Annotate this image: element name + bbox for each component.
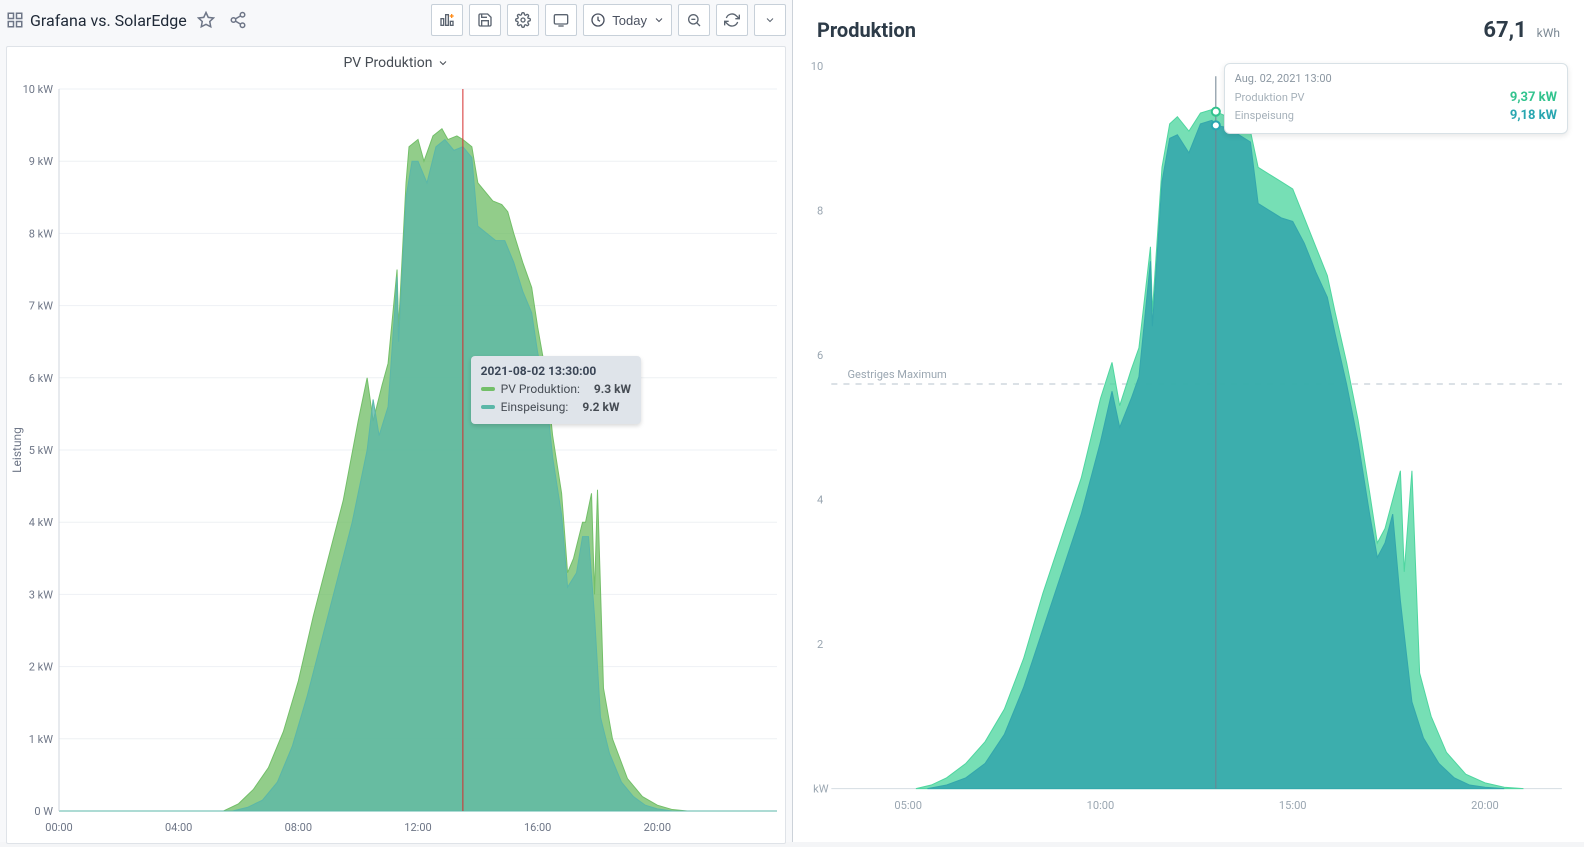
svg-text:20:00: 20:00 — [1471, 799, 1499, 812]
add-panel-button[interactable] — [431, 4, 463, 36]
tooltip-time: Aug. 02, 2021 13:00 — [1235, 72, 1557, 85]
tv-mode-button[interactable] — [545, 4, 577, 36]
svg-text:2 kW: 2 kW — [29, 661, 53, 674]
total-value: 67,1 — [1483, 18, 1526, 43]
tooltip-series-value: 9,18 kW — [1510, 107, 1557, 125]
dashboard-title[interactable]: Grafana vs. SolarEdge — [30, 11, 187, 30]
svg-text:3 kW: 3 kW — [29, 588, 53, 601]
svg-text:4: 4 — [817, 494, 823, 507]
tooltip-series-value: 9.3 kW — [594, 380, 631, 398]
svg-text:9 kW: 9 kW — [29, 155, 53, 168]
panel-title-text: PV Produktion — [343, 55, 432, 71]
solaredge-header: Produktion 67,1 kWh — [793, 0, 1584, 47]
time-range-picker[interactable]: Today — [583, 4, 672, 36]
svg-text:12:00: 12:00 — [404, 821, 431, 834]
grafana-panel: PV Produktion 0 W 1 kW 2 kW 3 kW 4 kW 5 kW 6 k… — [6, 46, 786, 844]
solaredge-chart[interactable]: 2 4 6 8 10 05:00 10:00 15:00 20:00 Gestriges Maxi… — [797, 47, 1574, 832]
svg-text:6: 6 — [817, 349, 823, 362]
grafana-pane: Grafana vs. SolarEdge To — [0, 0, 793, 842]
chevron-down-icon — [437, 57, 449, 69]
grafana-chart[interactable]: 0 W 1 kW 2 kW 3 kW 4 kW 5 kW 6 kW 7 kW 8 kW 9 kW 1… — [7, 79, 785, 843]
svg-text:00:00: 00:00 — [45, 821, 72, 834]
tooltip-series-label: Einspeisung: — [501, 398, 569, 416]
refresh-interval-button[interactable] — [754, 4, 786, 36]
share-button[interactable] — [225, 7, 251, 33]
svg-text:16:00: 16:00 — [524, 821, 551, 834]
grafana-tooltip: 2021-08-02 13:30:00 PV Produktion: 9.3 k… — [471, 356, 641, 424]
zoom-out-button[interactable] — [678, 4, 710, 36]
svg-text:Leistung: Leistung — [10, 427, 24, 473]
svg-text:7 kW: 7 kW — [29, 300, 53, 313]
refresh-button[interactable] — [716, 4, 748, 36]
svg-text:10:00: 10:00 — [1087, 799, 1115, 812]
svg-text:8 kW: 8 kW — [29, 227, 53, 240]
dashboard-grid-icon — [6, 11, 24, 29]
favorite-button[interactable] — [193, 7, 219, 33]
panel-title[interactable]: PV Produktion — [7, 47, 785, 79]
svg-text:4 kW: 4 kW — [29, 516, 53, 529]
time-range-label: Today — [612, 13, 647, 28]
svg-text:5 kW: 5 kW — [29, 444, 53, 457]
svg-text:08:00: 08:00 — [285, 821, 312, 834]
svg-text:0 W: 0 W — [34, 805, 53, 818]
settings-button[interactable] — [507, 4, 539, 36]
tooltip-series-label: Produktion PV — [1235, 89, 1305, 107]
total-unit: kWh — [1537, 26, 1560, 40]
save-button[interactable] — [469, 4, 501, 36]
svg-text:1 kW: 1 kW — [29, 733, 53, 746]
svg-text:2: 2 — [817, 638, 823, 651]
svg-text:20:00: 20:00 — [644, 821, 671, 834]
tooltip-series-label: PV Produktion: — [501, 380, 580, 398]
svg-text:6 kW: 6 kW — [29, 372, 53, 385]
tooltip-series-value: 9.2 kW — [582, 398, 619, 416]
svg-text:10 kW: 10 kW — [23, 83, 54, 96]
svg-text:05:00: 05:00 — [894, 799, 922, 812]
svg-text:kW: kW — [813, 783, 829, 796]
tooltip-series-value: 9,37 kW — [1510, 89, 1557, 107]
series-color-chip — [481, 387, 495, 391]
tooltip-series-label: Einspeisung — [1235, 107, 1294, 125]
solaredge-tooltip: Aug. 02, 2021 13:00 Produktion PV 9,37 k… — [1224, 63, 1568, 134]
solaredge-pane: Produktion 67,1 kWh 2 4 6 8 10 05:00 10:00 15:0… — [793, 0, 1584, 842]
series-color-chip — [481, 405, 495, 409]
svg-text:8: 8 — [817, 205, 823, 218]
svg-text:Gestriges Maximum: Gestriges Maximum — [847, 368, 946, 381]
svg-text:04:00: 04:00 — [165, 821, 192, 834]
grafana-header: Grafana vs. SolarEdge To — [0, 0, 792, 40]
svg-text:15:00: 15:00 — [1279, 799, 1307, 812]
solaredge-title: Produktion — [817, 18, 1475, 42]
tooltip-time: 2021-08-02 13:30:00 — [481, 364, 631, 378]
svg-text:10: 10 — [811, 60, 823, 73]
